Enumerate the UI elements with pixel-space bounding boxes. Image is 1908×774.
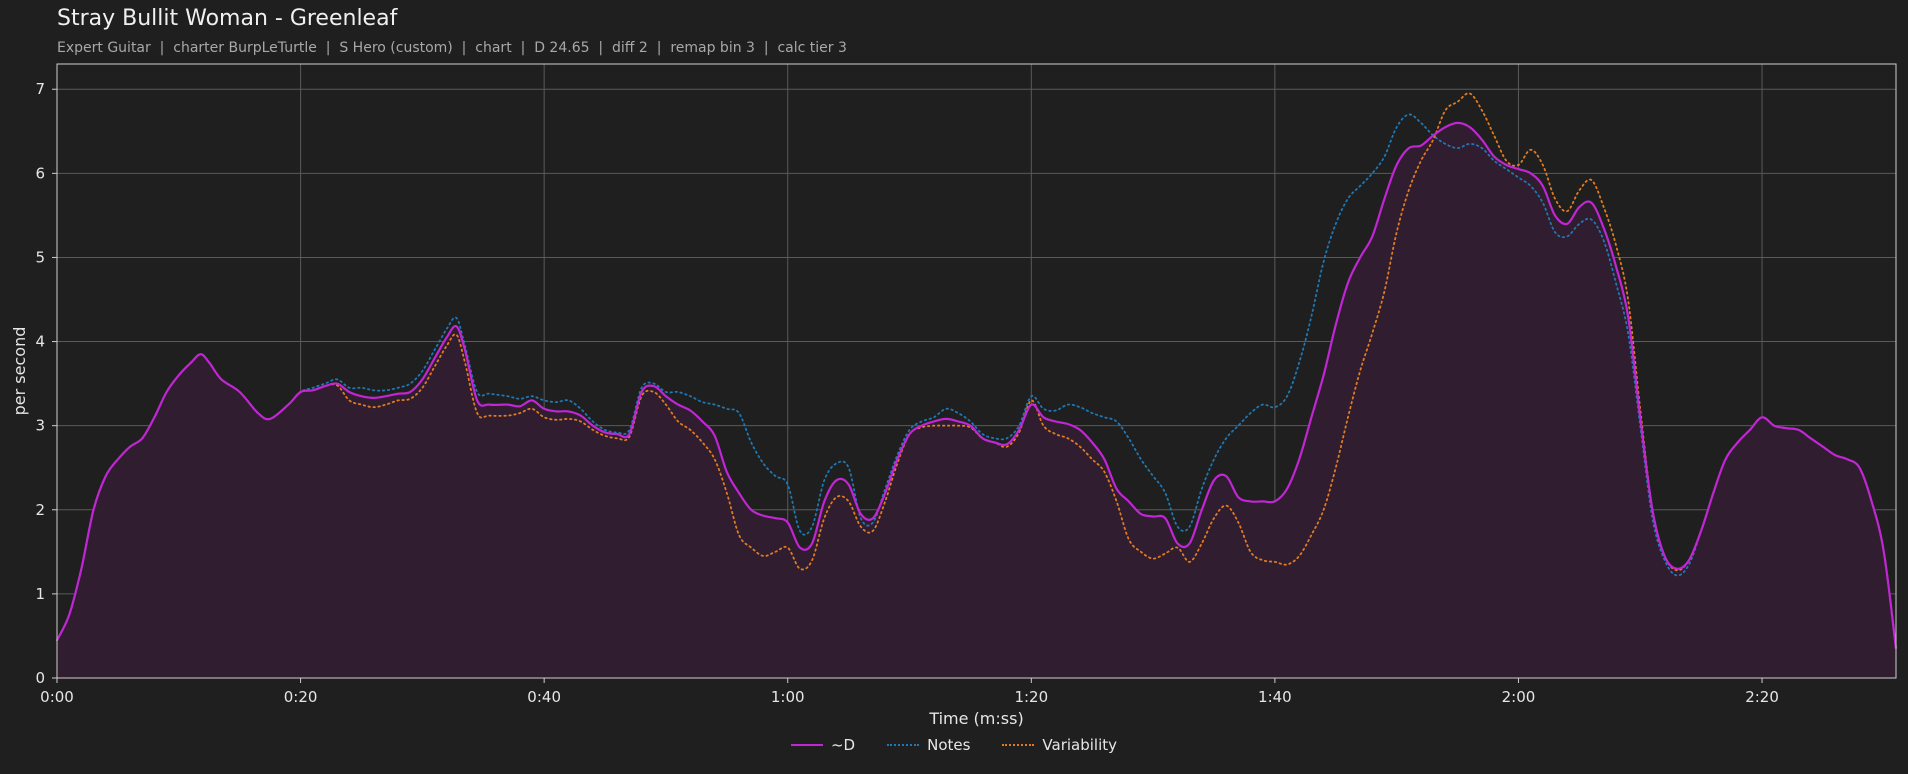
legend-label-variability: Variability: [1042, 736, 1118, 754]
y-tick-label: 7: [35, 80, 45, 98]
y-axis-label: per second: [10, 327, 29, 416]
x-tick-label: 2:20: [1745, 688, 1779, 706]
x-tick-label: 2:00: [1502, 688, 1536, 706]
x-tick-label: 1:40: [1258, 688, 1292, 706]
y-tick-label: 1: [35, 585, 45, 603]
legend-swatch-notes: [887, 744, 920, 746]
legend-label-d: ~D: [830, 736, 856, 754]
x-tick-label: 1:00: [771, 688, 805, 706]
y-tick-label: 6: [35, 164, 45, 182]
x-axis-ticks: 0:00 0:20 0:40 1:00 1:20 1:40 2:00 2:20: [40, 678, 1779, 706]
y-tick-label: 0: [35, 669, 45, 687]
y-tick-label: 3: [35, 417, 45, 435]
y-tick-label: 2: [35, 501, 45, 519]
y-tick-label: 4: [35, 333, 45, 351]
x-tick-label: 0:00: [40, 688, 74, 706]
legend-item-variability: Variability: [1002, 736, 1117, 754]
x-tick-label: 0:40: [527, 688, 561, 706]
chart-plot: 0:00 0:20 0:40 1:00 1:20 1:40 2:00 2:20 0 1 2 3 4 5 6…: [10, 63, 1898, 728]
legend-item-d: ~D: [790, 736, 856, 754]
y-tick-label: 5: [35, 248, 45, 266]
x-tick-label: 1:20: [1014, 688, 1048, 706]
x-tick-label: 0:20: [284, 688, 318, 706]
chart-legend: ~D Notes Variability: [0, 736, 1908, 754]
series-layer: [56, 92, 1898, 678]
x-axis-label: Time (m:ss): [928, 709, 1023, 728]
y-axis-ticks: 0 1 2 3 4 5 6 7: [35, 80, 57, 687]
legend-label-notes: Notes: [927, 736, 971, 754]
legend-item-notes: Notes: [887, 736, 970, 754]
series-d-area: [57, 122, 1896, 678]
legend-swatch-d: [790, 744, 823, 746]
legend-swatch-variability: [1002, 744, 1035, 746]
